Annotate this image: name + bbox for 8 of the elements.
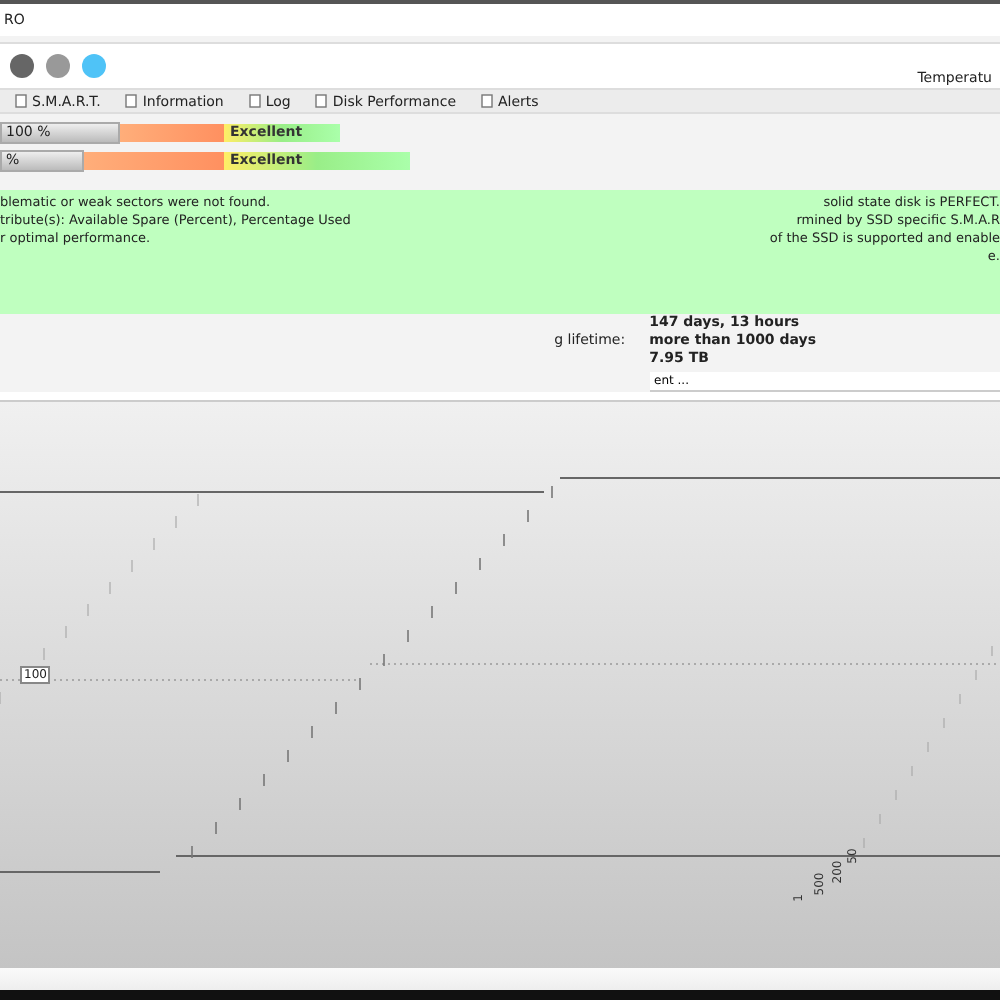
document-icon: [124, 94, 139, 108]
circle-icon[interactable]: [80, 52, 108, 80]
document-icon: [14, 94, 28, 108]
rating-bar: [120, 123, 224, 141]
document-icon: [314, 94, 329, 108]
document-icon: [480, 94, 495, 108]
rating-bar: [84, 151, 224, 169]
document-icon: [247, 94, 262, 108]
